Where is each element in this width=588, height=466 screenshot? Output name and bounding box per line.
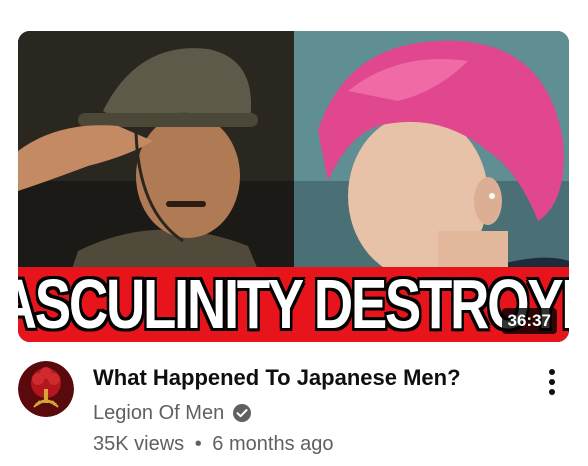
video-card: MASCULINITY DESTROYED 36:37 What Happene… [0,0,588,466]
more-vert-icon [549,389,555,395]
tree-logo-icon [18,361,74,417]
more-vert-icon [549,379,555,385]
upload-age: 6 months ago [212,433,334,455]
channel-name: Legion Of Men [93,401,225,424]
duration-badge: 36:37 [501,308,557,334]
video-title[interactable]: What Happened To Japanese Men? [93,364,523,392]
video-metadata: 35K views • 6 months ago [93,433,334,456]
verified-badge-icon [233,404,252,422]
thumbnail-caption: MASCULINITY DESTROYED [18,265,569,342]
channel-avatar[interactable] [18,361,74,417]
view-count: 35K views [93,433,185,455]
more-vert-icon [549,369,555,375]
video-thumbnail[interactable]: MASCULINITY DESTROYED 36:37 [18,31,569,342]
channel-link[interactable]: Legion Of Men [93,400,252,426]
meta-separator: • [194,433,202,455]
more-actions-button[interactable] [540,366,564,398]
